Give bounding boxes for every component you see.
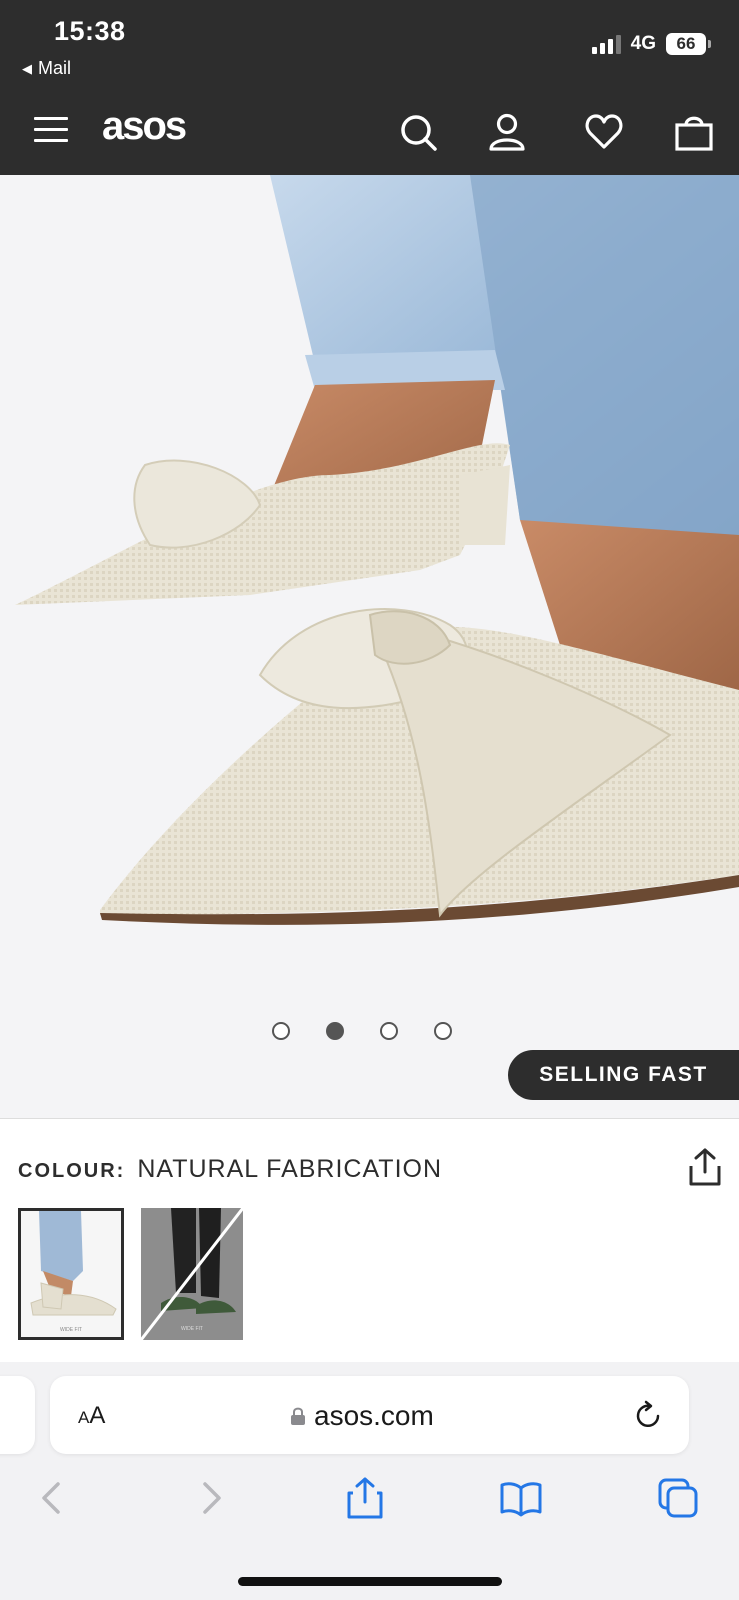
home-indicator[interactable] (238, 1577, 502, 1586)
gallery-dot[interactable] (380, 1022, 398, 1040)
network-type: 4G (630, 33, 656, 54)
search-icon[interactable] (398, 112, 438, 152)
bookmarks-icon[interactable] (499, 1476, 543, 1520)
battery-icon: 66 (666, 33, 711, 55)
share-icon[interactable] (688, 1148, 722, 1186)
divider (0, 1118, 739, 1119)
back-triangle-icon: ◀ (22, 60, 32, 76)
swatch-thumbnail: WIDE FIT (141, 1208, 245, 1340)
lock-icon (291, 1407, 305, 1425)
tabs-icon[interactable] (656, 1476, 700, 1520)
account-icon[interactable] (487, 112, 527, 152)
colour-swatch-unavailable[interactable]: WIDE FIT (141, 1208, 247, 1340)
battery-level: 66 (666, 33, 706, 55)
product-image[interactable] (0, 175, 739, 1118)
swatch-thumbnail: WIDE FIT (21, 1211, 121, 1337)
gallery-dot[interactable] (434, 1022, 452, 1040)
forward-icon[interactable] (189, 1476, 233, 1520)
gallery-pagination (272, 1022, 452, 1040)
share-icon[interactable] (343, 1476, 387, 1520)
status-indicators: 4G 66 (591, 33, 711, 55)
gallery-dot[interactable] (272, 1022, 290, 1040)
asos-logo[interactable]: asos (102, 104, 187, 149)
swatch-caption: WIDE FIT (181, 1326, 203, 1332)
back-to-mail-link[interactable]: ◀ Mail (22, 58, 71, 79)
selling-fast-badge: SELLING FAST (508, 1050, 739, 1100)
colour-swatch-selected[interactable]: WIDE FIT (18, 1208, 124, 1340)
previous-tab-peek[interactable] (0, 1376, 35, 1454)
product-photo-illustration (0, 175, 739, 1118)
address-bar[interactable]: AA asos.com (50, 1376, 689, 1454)
text-size-button[interactable]: AA (78, 1402, 105, 1430)
colour-label: COLOUR: (18, 1160, 126, 1182)
wishlist-heart-icon[interactable] (584, 112, 624, 152)
swatch-caption: WIDE FIT (60, 1327, 82, 1333)
app-header: 15:38 ◀ Mail 4G 66 asos (0, 0, 739, 175)
back-icon[interactable] (30, 1476, 74, 1520)
gallery-dot-active[interactable] (326, 1022, 344, 1040)
bag-icon[interactable] (674, 112, 714, 152)
colour-row: COLOUR: NATURAL FABRICATION (18, 1155, 442, 1184)
signal-icon (591, 34, 621, 54)
url-text: asos.com (314, 1400, 434, 1431)
status-time: 15:38 (54, 16, 126, 46)
back-to-mail-label: Mail (38, 58, 72, 78)
menu-icon[interactable] (34, 117, 68, 150)
url-display[interactable]: asos.com (290, 1400, 434, 1432)
reload-icon[interactable] (632, 1398, 664, 1432)
colour-value: NATURAL FABRICATION (137, 1155, 443, 1183)
